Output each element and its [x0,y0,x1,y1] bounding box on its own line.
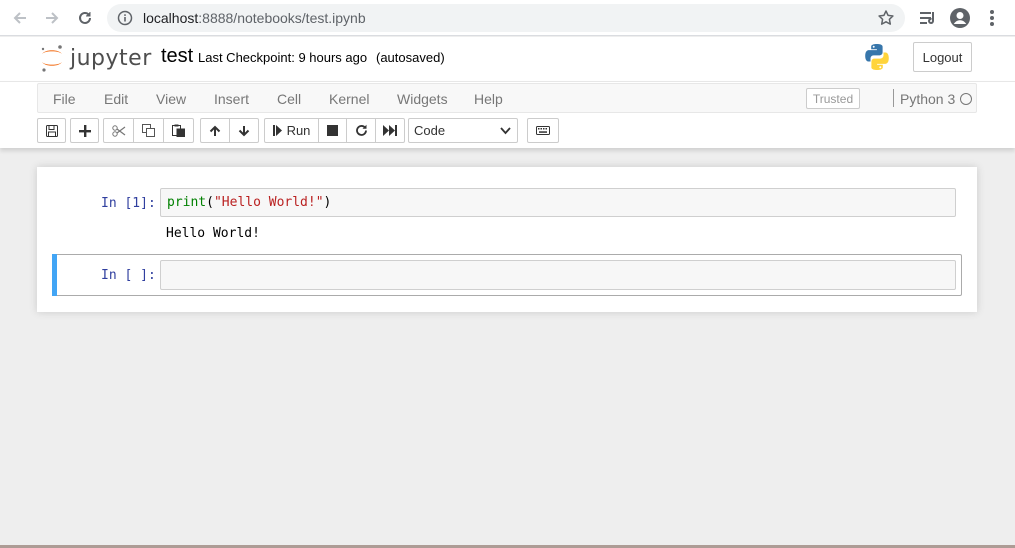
keyboard-icon [536,126,550,135]
checkpoint-status: Last Checkpoint: 9 hours ago [198,50,368,65]
copy-button[interactable] [133,118,164,143]
url-host: localhost [143,10,199,26]
plus-icon [78,124,91,137]
stop-icon [327,125,338,136]
profile-avatar-icon[interactable] [949,7,971,29]
back-button[interactable] [8,6,32,30]
code-paren-close: ) [323,195,332,210]
floppy-disk-icon [45,124,58,137]
menu-cell[interactable]: Cell [277,91,301,107]
step-forward-icon [272,125,282,136]
menu-kernel[interactable]: Kernel [329,91,369,107]
arrow-left-icon [13,12,26,24]
browser-toolbar: localhost:8888/notebooks/test.ipynb [0,0,1015,36]
paste-button[interactable] [163,118,194,143]
restart-run-all-button[interactable] [375,118,405,143]
move-cell-up-button[interactable] [200,118,230,143]
arrow-down-icon [238,125,250,136]
cell-output: Hello World! [166,226,260,241]
notebook-title[interactable]: test [161,45,193,68]
cell-type-select[interactable]: Code [408,118,518,143]
more-options-icon[interactable] [981,7,1003,29]
code-cell-input[interactable]: print("Hello World!") [160,188,956,217]
menu-view[interactable]: View [156,91,186,107]
command-palette-button[interactable] [527,118,559,143]
python-logo-icon [862,42,892,72]
jupyter-header: jupyter test Last Checkpoint: 9 hours ag… [0,37,1015,81]
url-path: :8888/notebooks/test.ipynb [198,10,366,26]
clipboard-icon [172,124,185,137]
copy-icon [142,124,155,137]
fast-forward-icon [383,125,397,136]
reload-button[interactable] [73,6,97,30]
code-builtin: print [167,195,207,210]
cell-prompt: In [ ]: [101,268,156,283]
menu-widgets[interactable]: Widgets [397,91,448,107]
trusted-indicator[interactable]: Trusted [806,88,860,109]
reload-icon [79,11,91,24]
cell-type-value: Code [414,123,446,138]
run-button[interactable]: Run [264,118,319,143]
interrupt-kernel-button[interactable] [318,118,347,143]
selected-cell-indicator [52,254,57,296]
info-icon[interactable] [117,10,133,26]
logout-button[interactable]: Logout [913,42,972,72]
move-cell-down-button[interactable] [229,118,259,143]
code-paren-open: ( [206,195,214,210]
menubar-container: File Edit View Insert Cell Kernel Widget… [0,81,1015,148]
restart-kernel-button[interactable] [346,118,376,143]
bookmark-star-icon[interactable] [877,9,895,27]
notebook-container: In [1]: print("Hello World!") Hello Worl… [37,167,977,312]
chevron-down-icon [500,127,511,135]
address-bar[interactable]: localhost:8888/notebooks/test.ipynb [107,4,905,32]
cut-button[interactable] [103,118,134,143]
jupyter-logo-text: jupyter [70,45,152,71]
kernel-idle-indicator-icon [960,93,972,105]
insert-cell-button[interactable] [70,118,99,143]
restart-icon [355,124,367,136]
menu-help[interactable]: Help [474,91,503,107]
menu-edit[interactable]: Edit [104,91,128,107]
reading-list-icon[interactable] [917,7,939,29]
code-line: print("Hello World!") [167,195,331,210]
menubar: File Edit View Insert Cell Kernel Widget… [37,83,977,113]
arrow-right-icon [46,12,59,24]
code-cell-input[interactable] [160,260,956,290]
run-button-label: Run [286,123,311,138]
cell-prompt: In [1]: [101,196,156,211]
menu-file[interactable]: File [53,91,76,107]
kernel-name: Python 3 [900,91,956,107]
url-text: localhost:8888/notebooks/test.ipynb [143,10,366,26]
code-string: "Hello World!" [213,195,324,210]
scissors-icon [111,124,125,137]
jupyter-logo[interactable]: jupyter [40,42,152,74]
jupyter-logo-icon [41,45,62,72]
arrow-up-icon [209,125,221,136]
menu-insert[interactable]: Insert [214,91,249,107]
autosave-status: (autosaved) [376,50,445,65]
kernel-divider [893,89,894,107]
save-button[interactable] [37,118,66,143]
forward-button[interactable] [40,6,64,30]
